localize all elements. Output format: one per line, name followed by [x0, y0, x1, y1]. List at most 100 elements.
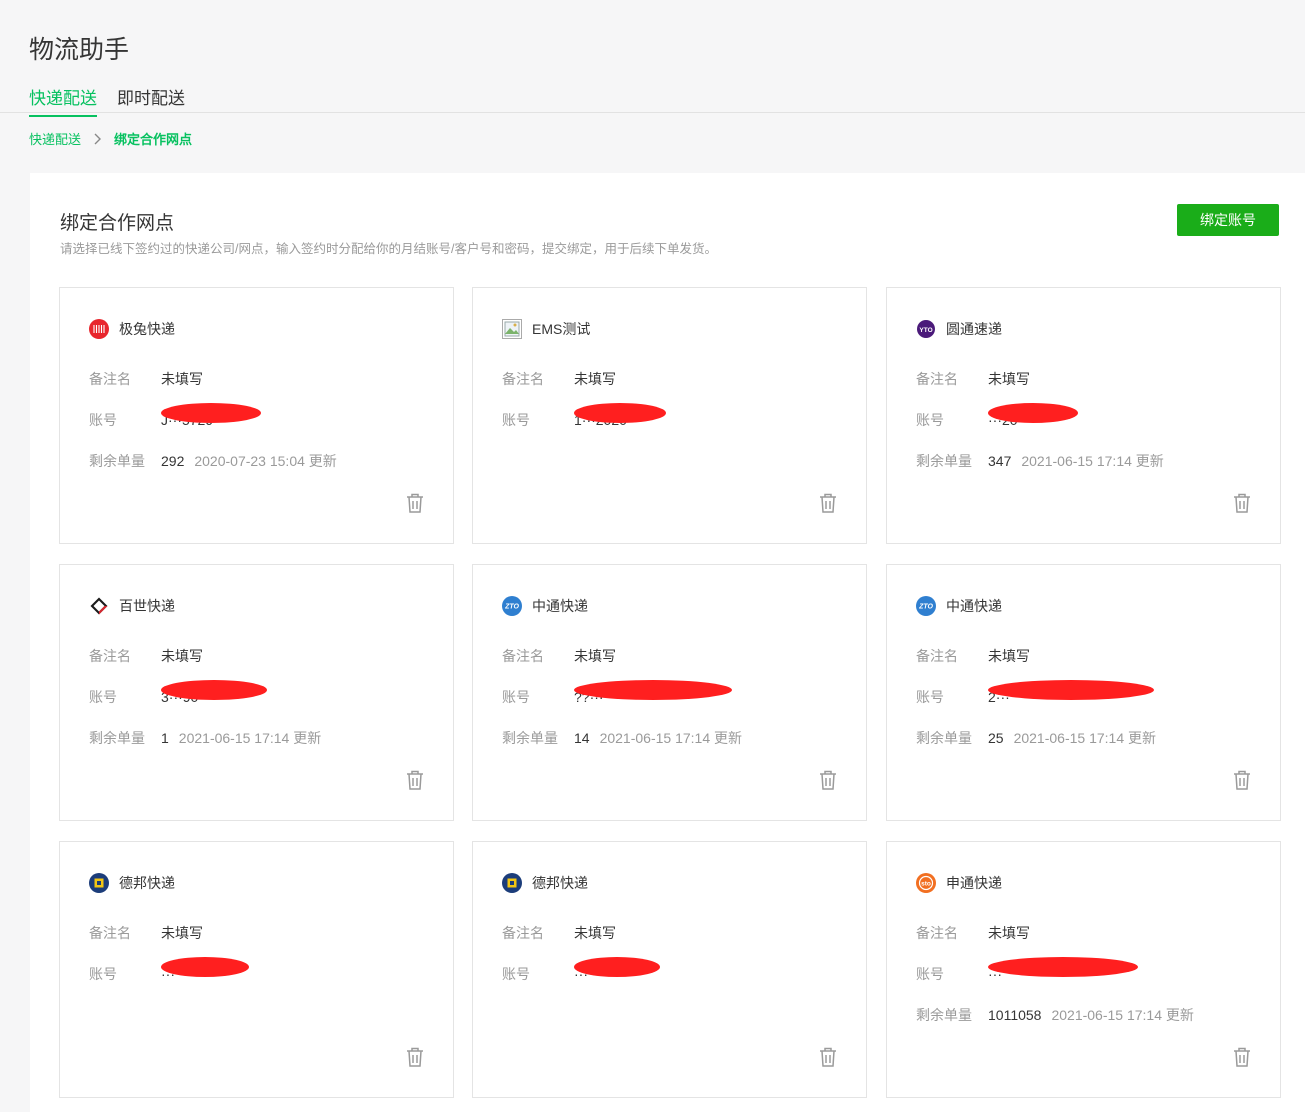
card-header: EMS测试 — [502, 319, 590, 339]
trash-icon[interactable] — [406, 1047, 424, 1067]
card-header: ZTO 中通快递 — [502, 596, 588, 616]
card-header: sto 申通快递 — [916, 873, 1002, 893]
best-logo-icon — [89, 596, 109, 616]
jitu-logo-icon — [89, 319, 109, 339]
note-value: 未填写 — [161, 371, 203, 387]
trash-icon[interactable] — [406, 493, 424, 513]
note-label: 备注名 — [502, 925, 544, 941]
account-label: 账号 — [502, 966, 530, 982]
card-header: 德邦快递 — [502, 873, 588, 893]
account-label: 账号 — [89, 689, 117, 705]
redaction-mark — [574, 957, 660, 977]
remaining-label: 剩余单量 — [89, 730, 145, 746]
note-row: 备注名 未填写 — [89, 369, 203, 389]
note-label: 备注名 — [916, 925, 958, 941]
carrier-name: 极兔快递 — [119, 321, 175, 337]
svg-text:sto: sto — [921, 881, 931, 888]
card-header: 百世快递 — [89, 596, 175, 616]
note-value: 未填写 — [161, 925, 203, 941]
remaining-label: 剩余单量 — [502, 730, 558, 746]
remaining-row: 剩余单量 1011058 2021-06-15 17:14 更新 — [916, 1005, 1194, 1025]
panel-description: 请选择已线下签约过的快递公司/网点，输入签约时分配给你的月结账号/客户号和密码，… — [60, 242, 717, 256]
trash-icon[interactable] — [1233, 493, 1251, 513]
note-label: 备注名 — [916, 371, 958, 387]
breadcrumb-root-link[interactable]: 快递配送 — [29, 129, 81, 148]
note-label: 备注名 — [502, 371, 544, 387]
account-label: 账号 — [916, 966, 944, 982]
note-value: 未填写 — [574, 371, 616, 387]
trash-icon[interactable] — [1233, 1047, 1251, 1067]
note-label: 备注名 — [89, 648, 131, 664]
deppon-logo-icon — [89, 873, 109, 893]
redaction-mark — [988, 680, 1154, 700]
note-row: 备注名 未填写 — [502, 646, 616, 666]
page-header: 物流助手 快递配送 即时配送 快递配送 绑定合作网点 — [0, 0, 1305, 172]
card-header: 德邦快递 — [89, 873, 175, 893]
breadcrumb-current: 绑定合作网点 — [114, 132, 193, 147]
note-label: 备注名 — [502, 648, 544, 664]
svg-text:ZTO: ZTO — [918, 604, 933, 611]
remaining-value: 1 — [161, 730, 169, 746]
carrier-name: 百世快递 — [119, 598, 175, 614]
note-row: 备注名 未填写 — [89, 923, 203, 943]
account-label: 账号 — [502, 412, 530, 428]
carrier-name: 圆通速递 — [946, 321, 1002, 337]
main-panel: 绑定合作网点 请选择已线下签约过的快递公司/网点，输入签约时分配给你的月结账号/… — [30, 173, 1305, 1112]
note-row: 备注名 未填写 — [916, 646, 1030, 666]
tab-bar: 快递配送 即时配送 — [0, 84, 1305, 117]
carrier-card: YTO圆通速递备注名未填写账号···20剩余单量3472021-06-15 17… — [886, 287, 1281, 544]
note-label: 备注名 — [89, 925, 131, 941]
account-label: 账号 — [502, 689, 530, 705]
trash-icon[interactable] — [819, 770, 837, 790]
yto-logo-icon: YTO — [916, 319, 936, 339]
deppon-logo-icon — [502, 873, 522, 893]
trash-icon[interactable] — [1233, 770, 1251, 790]
redaction-mark — [988, 403, 1078, 423]
updated-time: 2021-06-15 17:14 更新 — [599, 730, 743, 746]
redaction-mark — [161, 957, 249, 977]
trash-icon[interactable] — [819, 1047, 837, 1067]
card-header: ZTO 中通快递 — [916, 596, 1002, 616]
note-label: 备注名 — [916, 648, 958, 664]
note-row: 备注名 未填写 — [89, 646, 203, 666]
tab-express-delivery[interactable]: 快递配送 — [29, 84, 97, 117]
remaining-label: 剩余单量 — [89, 453, 145, 469]
trash-icon[interactable] — [819, 493, 837, 513]
redaction-mark — [161, 403, 261, 423]
carrier-card: 极兔快递备注名未填写账号J···5729剩余单量2922020-07-23 15… — [59, 287, 454, 544]
redaction-mark — [988, 957, 1138, 977]
tab-instant-delivery[interactable]: 即时配送 — [117, 84, 185, 115]
carrier-name: 德邦快递 — [532, 875, 588, 891]
updated-time: 2021-06-15 17:14 更新 — [1013, 730, 1157, 746]
remaining-label: 剩余单量 — [916, 453, 972, 469]
remaining-label: 剩余单量 — [916, 730, 972, 746]
zto-logo-icon: ZTO — [916, 596, 936, 616]
sto-logo-icon: sto — [916, 873, 936, 893]
trash-icon[interactable] — [406, 770, 424, 790]
remaining-label: 剩余单量 — [916, 1007, 972, 1023]
carrier-card: 百世快递备注名未填写账号3···90剩余单量12021-06-15 17:14 … — [59, 564, 454, 821]
redaction-mark — [574, 403, 666, 423]
card-header: YTO 圆通速递 — [916, 319, 1002, 339]
carrier-card: ZTO 中通快递 备注名 未填写 账号 ??··· 剩余单量 14 2021-06-15 17:… — [472, 564, 867, 821]
carrier-name: 德邦快递 — [119, 875, 175, 891]
note-row: 备注名 未填写 — [502, 369, 616, 389]
updated-time: 2021-06-15 17:14 更新 — [1021, 453, 1164, 469]
updated-time: 2020-07-23 15:04 更新 — [194, 453, 337, 469]
remaining-value: 25 — [988, 730, 1004, 746]
updated-time: 2021-06-15 17:14 更新 — [1051, 1007, 1194, 1023]
zto-logo-icon: ZTO — [502, 596, 522, 616]
remaining-value: 347 — [988, 453, 1012, 469]
svg-text:ZTO: ZTO — [504, 604, 519, 611]
remaining-row: 剩余单量 1 2021-06-15 17:14 更新 — [89, 728, 321, 748]
remaining-value: 14 — [574, 730, 590, 746]
remaining-row: 剩余单量 25 2021-06-15 17:14 更新 — [916, 728, 1156, 748]
bind-account-button[interactable]: 绑定账号 — [1177, 204, 1279, 236]
note-row: 备注名 未填写 — [916, 369, 1030, 389]
remaining-value: 292 — [161, 453, 185, 469]
carrier-name: 申通快递 — [946, 875, 1002, 891]
carrier-name: 中通快递 — [946, 598, 1002, 614]
broken-image-icon — [502, 319, 522, 339]
note-value: 未填写 — [574, 648, 616, 664]
account-label: 账号 — [916, 412, 944, 428]
